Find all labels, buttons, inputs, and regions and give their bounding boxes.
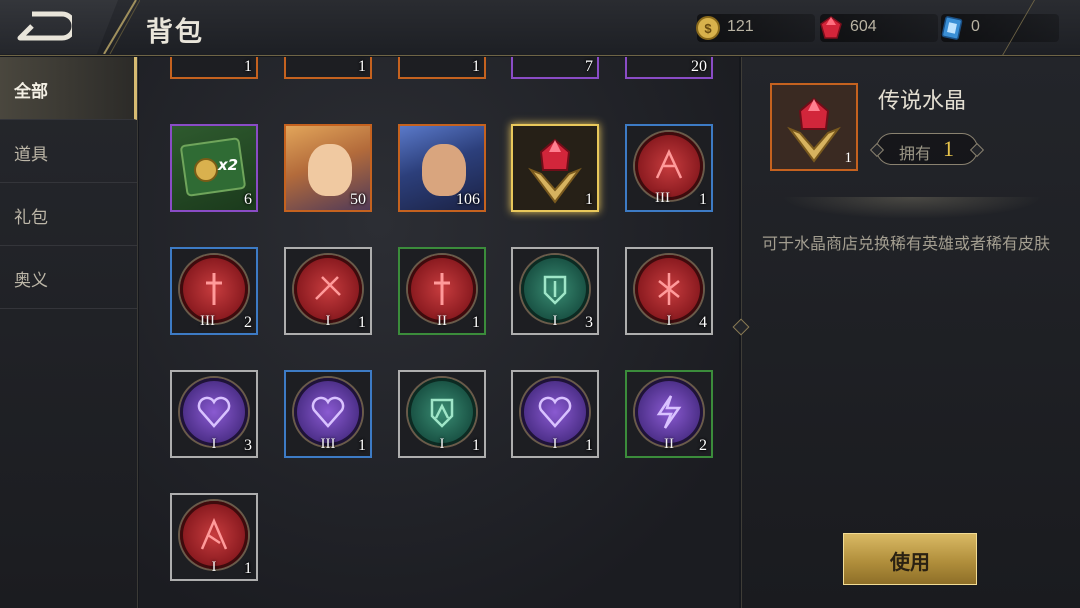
owned-value: 1 [943,136,954,161]
emblem-item[interactable]: III 1 [284,370,372,458]
hero-portrait-icon [422,144,466,196]
item-count: 4 [699,314,707,331]
item-count: 1 [472,58,480,75]
tab-gift-packs[interactable]: 礼包 [0,183,137,246]
tab-label: 礼包 [14,208,48,228]
emblem-item[interactable]: I 3 [170,370,258,458]
emblem-level: III [200,313,215,329]
emblem-item[interactable]: II 1 [398,247,486,335]
item-count: 2 [699,437,707,454]
item-count: 1 [472,437,480,454]
hero-skin-item[interactable]: 50 [284,124,372,212]
item-description: 可于水晶商店兑换稀有英雄或者稀有皮肤 [762,234,1051,253]
item-count: 50 [350,191,366,208]
crystal-icon [787,97,841,163]
title-divider-icon [103,0,140,54]
legendary-crystal-item[interactable]: 1 [511,124,599,212]
page-title: 背包 [146,17,204,48]
item-count: 20 [691,58,707,75]
tab-label: 奥义 [14,271,48,291]
svg-text:$: $ [704,21,712,36]
emblem-item[interactable]: II 2 [625,370,713,458]
item-count: 3 [244,437,252,454]
use-button-label: 使用 [890,550,930,574]
tab-all[interactable]: 全部 [0,57,137,120]
emblem-item[interactable]: III 1 [625,124,713,212]
gem-amount: 604 [850,18,877,35]
item-count: 6 [244,191,252,208]
back-arrow-icon [17,11,72,41]
blue-ticket-icon [941,16,963,40]
item-name: 传说水晶 [878,89,967,114]
item-count: 1 [585,191,593,208]
item-count: 1 [358,437,366,454]
item-count: 1 [844,150,853,166]
item-count: 1 [244,560,252,577]
tab-items[interactable]: 道具 [0,120,137,183]
item-count: 2 [244,314,252,331]
emblem-item[interactable]: III 2 [170,247,258,335]
category-sidebar: 全部 道具 礼包 奥义 [0,57,138,608]
emblem-item[interactable]: I 1 [398,370,486,458]
item-count: 1 [358,58,366,75]
item-count: 1 [585,437,593,454]
detail-separator [782,197,1042,219]
item-count: 1 [472,314,480,331]
item-count: 1 [244,58,252,75]
emblem-level: III [655,190,670,206]
tab-label: 道具 [14,145,48,165]
item-count: 106 [456,191,480,208]
owned-count-pill: 拥有 1 [876,133,978,165]
use-button[interactable]: 使用 [843,533,977,585]
ticket-amount: 0 [971,18,980,35]
item-count: 3 [585,314,593,331]
inventory-item[interactable]: 1 [170,57,258,79]
red-gem-icon [820,16,842,39]
emblem-item[interactable]: I 4 [625,247,713,335]
gold-currency: $ 121 [696,14,815,42]
item-count: 1 [358,314,366,331]
tab-mysteries[interactable]: 奥义 [0,246,137,309]
gem-currency: 604 [820,14,938,42]
inventory-grid[interactable]: 1 1 1 7 20 x2 6 50 106 1 III 1 III 2 I 1… [139,57,739,608]
hero-skin-item[interactable]: 106 [398,124,486,212]
emblem-item[interactable]: I 3 [511,247,599,335]
gold-coin-icon: $ [696,16,720,40]
inventory-item[interactable]: 1 [398,57,486,79]
gold-amount: 121 [727,18,754,35]
item-count: 1 [699,191,707,208]
item-count: 7 [585,58,593,75]
multiplier-badge: x2 [218,156,239,174]
item-detail-panel: 1 传说水晶 拥有 1 可于水晶商店兑换稀有英雄或者稀有皮肤 使用 [732,57,1080,608]
emblem-item[interactable]: I 1 [511,370,599,458]
hero-portrait-icon [308,144,352,196]
top-bar: 背包 $ 121 604 0 [0,0,1080,56]
owned-label: 拥有 [899,144,932,163]
inventory-item[interactable]: 20 [625,57,713,79]
emblem-item[interactable]: I 1 [284,247,372,335]
selected-item-thumbnail: 1 [770,83,858,171]
gold-voucher-item[interactable]: x2 6 [170,124,258,212]
emblem-item[interactable]: I 1 [170,493,258,581]
inventory-item[interactable]: 1 [284,57,372,79]
tab-label: 全部 [14,82,48,102]
inventory-item[interactable]: 7 [511,57,599,79]
